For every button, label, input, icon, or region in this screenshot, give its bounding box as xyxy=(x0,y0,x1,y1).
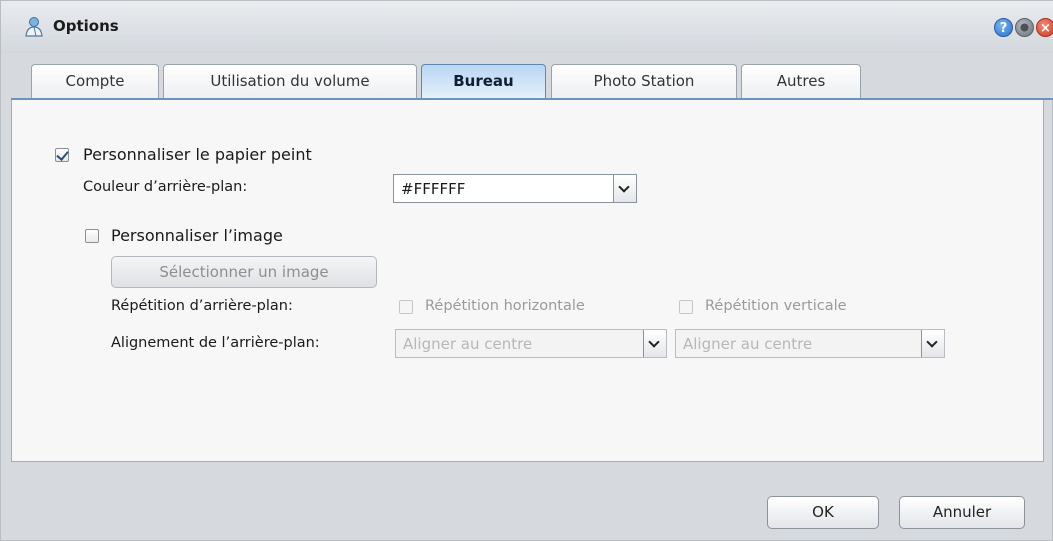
customize-wallpaper-label: Personnaliser le papier peint xyxy=(83,145,312,164)
close-icon[interactable]: × xyxy=(1036,18,1053,37)
bg-color-value: #FFFFFF xyxy=(401,180,466,198)
customize-wallpaper-checkbox[interactable] xyxy=(55,148,69,162)
bg-repeat-label: Répétition d’arrière-plan: xyxy=(111,298,293,314)
minimize-glyph xyxy=(1020,23,1029,32)
help-icon[interactable]: ? xyxy=(994,18,1013,37)
title-bar[interactable]: Options ? × xyxy=(1,1,1053,53)
close-glyph: × xyxy=(1040,21,1051,36)
alignment-horizontal-value: Aligner au centre xyxy=(403,335,533,353)
tab-bar: Compte Utilisation du volume Bureau Phot… xyxy=(11,53,1053,102)
tab-autres[interactable]: Autres xyxy=(741,64,861,100)
repeat-horizontal-label: Répétition horizontale xyxy=(425,298,585,314)
repeat-vertical-checkbox[interactable] xyxy=(679,300,693,314)
customize-image-checkbox[interactable] xyxy=(85,229,99,243)
chevron-down-icon[interactable] xyxy=(643,330,666,357)
ok-button[interactable]: OK xyxy=(767,496,879,529)
chevron-down-icon[interactable] xyxy=(613,175,636,202)
tab-photo-station[interactable]: Photo Station xyxy=(551,64,737,100)
bg-color-label: Couleur d’arrière-plan: xyxy=(83,179,248,195)
customize-image-label: Personnaliser l’image xyxy=(111,226,283,245)
alignment-horizontal-select[interactable]: Aligner au centre xyxy=(395,329,667,358)
minimize-icon[interactable] xyxy=(1015,18,1034,37)
help-glyph: ? xyxy=(999,21,1008,36)
alignment-vertical-value: Aligner au centre xyxy=(683,335,813,353)
options-dialog: Options ? × Compte Utilisation du volume… xyxy=(0,0,1053,541)
bg-alignment-label: Alignement de l’arrière-plan: xyxy=(111,335,320,351)
alignment-vertical-select[interactable]: Aligner au centre xyxy=(675,329,945,358)
tab-compte[interactable]: Compte xyxy=(31,64,159,100)
bg-color-select[interactable]: #FFFFFF xyxy=(393,174,637,203)
chevron-down-icon[interactable] xyxy=(921,330,944,357)
window-title: Options xyxy=(53,17,119,35)
select-image-button[interactable]: Sélectionner un image xyxy=(111,256,377,288)
cancel-button[interactable]: Annuler xyxy=(899,496,1025,529)
tab-bureau[interactable]: Bureau xyxy=(421,64,546,102)
synology-person-icon xyxy=(25,17,43,37)
tab-utilisation-du-volume[interactable]: Utilisation du volume xyxy=(163,64,417,100)
repeat-horizontal-checkbox[interactable] xyxy=(399,300,413,314)
repeat-vertical-label: Répétition verticale xyxy=(705,298,847,314)
